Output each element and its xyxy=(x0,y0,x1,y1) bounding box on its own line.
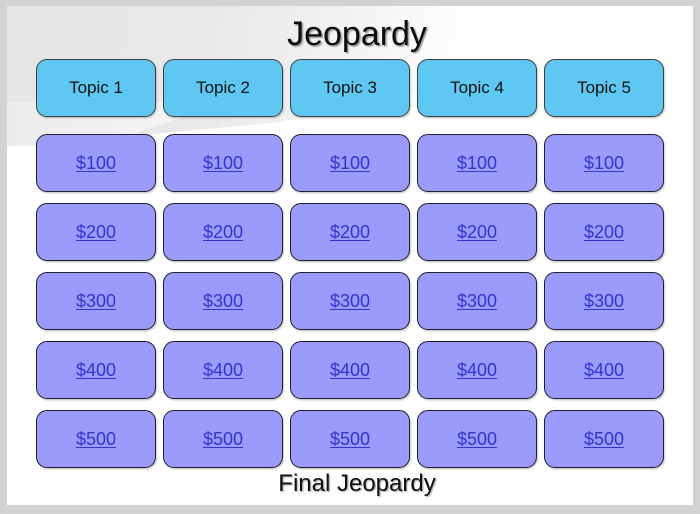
value-row-400: $400 $400 $400 $400 $400 xyxy=(36,341,671,399)
value-row-500: $500 $500 $500 $500 $500 xyxy=(36,410,671,468)
topic-button-2[interactable]: Topic 2 xyxy=(163,59,283,117)
topic-button-1[interactable]: Topic 1 xyxy=(36,59,156,117)
value-cell-c1-r3[interactable]: $300 xyxy=(36,272,156,330)
value-cell-c4-r4[interactable]: $400 xyxy=(417,341,537,399)
value-cell-c3-r2[interactable]: $200 xyxy=(290,203,410,261)
value-cell-c5-r3[interactable]: $300 xyxy=(544,272,664,330)
value-link[interactable]: $500 xyxy=(457,429,497,450)
value-cell-c5-r4[interactable]: $400 xyxy=(544,341,664,399)
value-row-200: $200 $200 $200 $200 $200 xyxy=(36,203,671,261)
slide-frame: Jeopardy Topic 1 Topic 2 Topic 3 Topic 4… xyxy=(0,0,700,514)
value-link[interactable]: $300 xyxy=(457,291,497,312)
value-link[interactable]: $200 xyxy=(76,222,116,243)
topic-label: Topic 4 xyxy=(450,78,504,97)
value-cell-c1-r1[interactable]: $100 xyxy=(36,134,156,192)
value-link[interactable]: $300 xyxy=(203,291,243,312)
value-cell-c2-r4[interactable]: $400 xyxy=(163,341,283,399)
topic-label: Topic 3 xyxy=(323,78,377,97)
value-link[interactable]: $300 xyxy=(330,291,370,312)
topic-label: Topic 1 xyxy=(69,78,123,97)
value-link[interactable]: $100 xyxy=(76,153,116,174)
value-cell-c3-r3[interactable]: $300 xyxy=(290,272,410,330)
value-link[interactable]: $200 xyxy=(457,222,497,243)
topic-button-5[interactable]: Topic 5 xyxy=(544,59,664,117)
page-title: Jeopardy xyxy=(287,15,427,53)
value-cell-c4-r2[interactable]: $200 xyxy=(417,203,537,261)
value-cell-c1-r4[interactable]: $400 xyxy=(36,341,156,399)
value-link[interactable]: $400 xyxy=(330,360,370,381)
value-cell-c5-r5[interactable]: $500 xyxy=(544,410,664,468)
value-link[interactable]: $200 xyxy=(584,222,624,243)
value-link[interactable]: $500 xyxy=(76,429,116,450)
value-link[interactable]: $100 xyxy=(203,153,243,174)
value-link[interactable]: $400 xyxy=(584,360,624,381)
topic-header-row: Topic 1 Topic 2 Topic 3 Topic 4 Topic 5 xyxy=(36,59,671,117)
value-row-300: $300 $300 $300 $300 $300 xyxy=(36,272,671,330)
value-cell-c3-r5[interactable]: $500 xyxy=(290,410,410,468)
value-link[interactable]: $100 xyxy=(330,153,370,174)
value-cell-c2-r3[interactable]: $300 xyxy=(163,272,283,330)
final-jeopardy-label[interactable]: Final Jeopardy xyxy=(7,470,693,498)
value-link[interactable]: $500 xyxy=(584,429,624,450)
value-link[interactable]: $200 xyxy=(330,222,370,243)
topic-button-3[interactable]: Topic 3 xyxy=(290,59,410,117)
value-cell-c4-r3[interactable]: $300 xyxy=(417,272,537,330)
value-link[interactable]: $200 xyxy=(203,222,243,243)
value-cell-c3-r1[interactable]: $100 xyxy=(290,134,410,192)
value-link[interactable]: $400 xyxy=(457,360,497,381)
value-row-100: $100 $100 $100 $100 $100 xyxy=(36,134,671,192)
value-cell-c5-r2[interactable]: $200 xyxy=(544,203,664,261)
value-cell-c2-r5[interactable]: $500 xyxy=(163,410,283,468)
topic-label: Topic 5 xyxy=(577,78,631,97)
topic-label: Topic 2 xyxy=(196,78,250,97)
topic-button-4[interactable]: Topic 4 xyxy=(417,59,537,117)
value-cell-c5-r1[interactable]: $100 xyxy=(544,134,664,192)
value-link[interactable]: $300 xyxy=(584,291,624,312)
value-cell-c4-r5[interactable]: $500 xyxy=(417,410,537,468)
slide-canvas: Jeopardy Topic 1 Topic 2 Topic 3 Topic 4… xyxy=(7,6,693,505)
value-link[interactable]: $500 xyxy=(203,429,243,450)
value-link[interactable]: $400 xyxy=(203,360,243,381)
value-link[interactable]: $100 xyxy=(457,153,497,174)
value-link[interactable]: $300 xyxy=(76,291,116,312)
jeopardy-board: Topic 1 Topic 2 Topic 3 Topic 4 Topic 5 … xyxy=(36,59,671,479)
value-link[interactable]: $100 xyxy=(584,153,624,174)
value-cell-c2-r2[interactable]: $200 xyxy=(163,203,283,261)
value-cell-c1-r2[interactable]: $200 xyxy=(36,203,156,261)
value-cell-c1-r5[interactable]: $500 xyxy=(36,410,156,468)
value-link[interactable]: $500 xyxy=(330,429,370,450)
value-cell-c4-r1[interactable]: $100 xyxy=(417,134,537,192)
value-cell-c2-r1[interactable]: $100 xyxy=(163,134,283,192)
value-cell-c3-r4[interactable]: $400 xyxy=(290,341,410,399)
value-link[interactable]: $400 xyxy=(76,360,116,381)
